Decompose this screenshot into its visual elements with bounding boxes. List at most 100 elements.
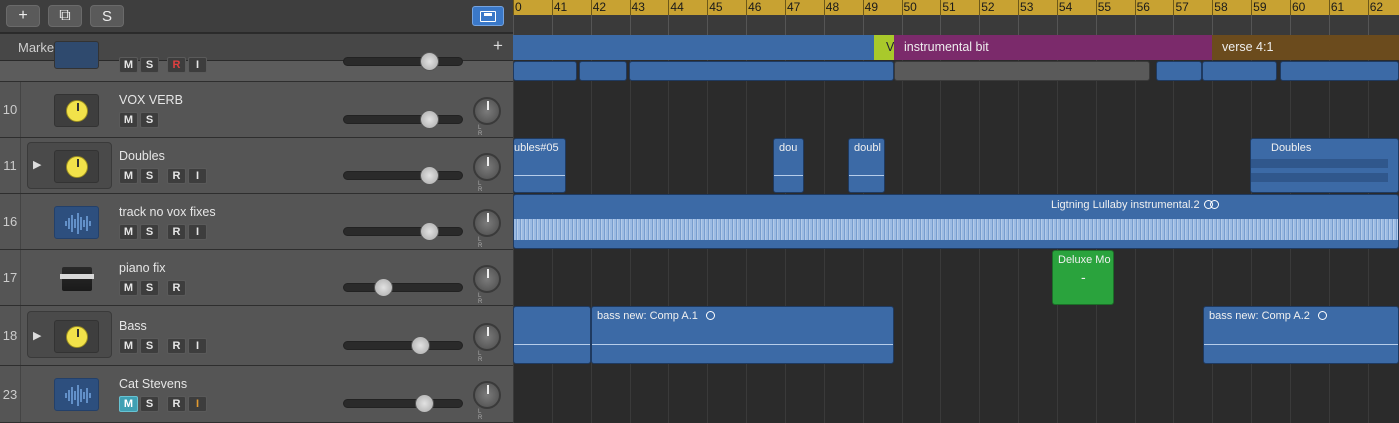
input-monitor-button[interactable]: I — [188, 396, 207, 412]
subruler-tick — [551, 15, 553, 35]
track-number: 18 — [2, 328, 18, 343]
volume-knob[interactable] — [374, 278, 393, 297]
audio-region[interactable] — [513, 306, 591, 364]
marker-verse[interactable]: verse 4:1 — [1212, 35, 1399, 60]
solo-button[interactable]: S — [140, 57, 159, 73]
arrange-area[interactable]: 0 41 42 43 44 45 46 47 48 49 50 51 52 53 54 55 56 57 58 59 6… — [513, 0, 1399, 423]
add-track-button[interactable]: + — [6, 5, 40, 27]
track-header[interactable]: 18 ▶ Bass M S R I L R — [0, 306, 513, 366]
volume-slider[interactable] — [343, 222, 463, 241]
volume-knob[interactable] — [411, 336, 430, 355]
mute-button[interactable]: M — [119, 224, 138, 240]
marker-region[interactable] — [513, 35, 874, 60]
bar-ruler[interactable]: 0 41 42 43 44 45 46 47 48 49 50 51 52 53 54 55 56 57 58 59 6… — [513, 0, 1399, 15]
bar-number: 58 — [1214, 0, 1228, 14]
input-monitor-button[interactable]: I — [188, 224, 207, 240]
audio-region[interactable] — [629, 61, 894, 81]
add-marker-button[interactable]: + — [493, 36, 503, 56]
bar-number: 45 — [709, 0, 723, 14]
disclosure-triangle-icon[interactable]: ▶ — [33, 158, 41, 171]
audio-region[interactable] — [513, 61, 577, 81]
mute-button[interactable]: M — [119, 168, 138, 184]
volume-knob[interactable] — [420, 166, 439, 185]
volume-knob[interactable] — [415, 394, 434, 413]
record-enable-button[interactable]: R — [167, 57, 186, 73]
solo-button[interactable]: S — [140, 224, 159, 240]
record-enable-button[interactable]: R — [167, 280, 186, 296]
pan-knob[interactable] — [473, 265, 501, 293]
subruler-tick — [513, 15, 514, 35]
pan-knob[interactable] — [473, 209, 501, 237]
bar-number: 62 — [1369, 0, 1384, 14]
track-header[interactable]: 11 ▶ Doubles M S R I L R — [0, 138, 513, 194]
solo-button[interactable]: S — [140, 396, 159, 412]
track-name[interactable]: Bass — [119, 319, 147, 333]
midi-region[interactable]: Deluxe Mo - — [1052, 250, 1114, 305]
audio-region[interactable] — [1156, 61, 1202, 81]
marker-region[interactable]: V — [874, 35, 894, 60]
mute-button[interactable]: M — [119, 396, 138, 412]
ruler-tick — [901, 0, 903, 15]
audio-region[interactable]: dou — [773, 138, 804, 193]
ruler-tick — [629, 0, 631, 15]
track-header-partial[interactable]: M S R I — [0, 41, 513, 82]
pan-knob[interactable] — [473, 323, 501, 351]
volume-slider[interactable] — [343, 166, 463, 185]
volume-slider[interactable] — [343, 110, 463, 129]
volume-slider[interactable] — [343, 52, 463, 71]
mute-button[interactable]: M — [119, 57, 138, 73]
global-solo-button[interactable]: S — [90, 5, 124, 27]
track-name[interactable]: piano fix — [119, 261, 166, 275]
audio-region[interactable]: bass new: Comp A.2 — [1203, 306, 1399, 364]
volume-knob[interactable] — [420, 110, 439, 129]
track-header[interactable]: 10 VOX VERB M S L R — [0, 82, 513, 138]
mute-button[interactable]: M — [119, 112, 138, 128]
piano-icon — [54, 262, 99, 295]
audio-region[interactable]: Doubles — [1250, 138, 1399, 193]
track-name[interactable]: track no vox fixes — [119, 205, 216, 219]
record-enable-button[interactable]: R — [167, 396, 186, 412]
audio-region[interactable]: Ligtning Lullaby instrumental.2 — [513, 194, 1399, 249]
volume-slider[interactable] — [343, 278, 463, 297]
track-header[interactable]: 23 Cat Stevens M S R I L R — [0, 366, 513, 423]
mute-button[interactable]: M — [119, 280, 138, 296]
audio-region[interactable] — [1280, 61, 1399, 81]
audio-region[interactable] — [1202, 61, 1277, 81]
audio-region[interactable]: bass new: Comp A.1 — [591, 306, 894, 364]
audio-region[interactable]: doubl — [848, 138, 885, 193]
marker-instrumental-bit[interactable]: instrumental bit — [894, 35, 1212, 60]
track-header[interactable]: 17 piano fix M S R L R — [0, 250, 513, 306]
solo-button[interactable]: S — [140, 338, 159, 354]
solo-button[interactable]: S — [140, 112, 159, 128]
disclosure-triangle-icon[interactable]: ▶ — [33, 329, 41, 342]
track-name[interactable]: VOX VERB — [119, 93, 183, 107]
region-name: ubles#05 — [514, 142, 559, 154]
pan-knob[interactable] — [473, 381, 501, 409]
volume-slider[interactable] — [343, 394, 463, 413]
ruler-lower-lane[interactable] — [513, 15, 1399, 35]
catch-playhead-icon[interactable] — [472, 6, 504, 26]
input-monitor-button[interactable]: I — [188, 338, 207, 354]
record-enable-button[interactable]: R — [167, 338, 186, 354]
volume-knob[interactable] — [420, 52, 439, 71]
bar-number: 50 — [903, 0, 917, 14]
pan-knob[interactable] — [473, 153, 501, 181]
record-enable-button[interactable]: R — [167, 168, 186, 184]
duplicate-track-button[interactable]: ⧉ — [48, 5, 82, 27]
audio-region[interactable] — [894, 61, 1150, 81]
audio-region[interactable] — [579, 61, 627, 81]
volume-knob[interactable] — [420, 222, 439, 241]
input-monitor-button[interactable]: I — [188, 57, 207, 73]
input-monitor-button[interactable]: I — [188, 168, 207, 184]
audio-region[interactable]: ubles#05 — [513, 138, 566, 193]
volume-slider[interactable] — [343, 336, 463, 355]
mute-button[interactable]: M — [119, 338, 138, 354]
solo-button[interactable]: S — [140, 280, 159, 296]
track-name[interactable]: Doubles — [119, 149, 165, 163]
pan-knob[interactable] — [473, 97, 501, 125]
track-name[interactable]: Cat Stevens — [119, 377, 187, 391]
track-header[interactable]: 16 track no vox fixes M S R I L R — [0, 194, 513, 250]
solo-button[interactable]: S — [140, 168, 159, 184]
record-enable-button[interactable]: R — [167, 224, 186, 240]
marker-lane[interactable]: V instrumental bit verse 4:1 — [513, 35, 1399, 60]
